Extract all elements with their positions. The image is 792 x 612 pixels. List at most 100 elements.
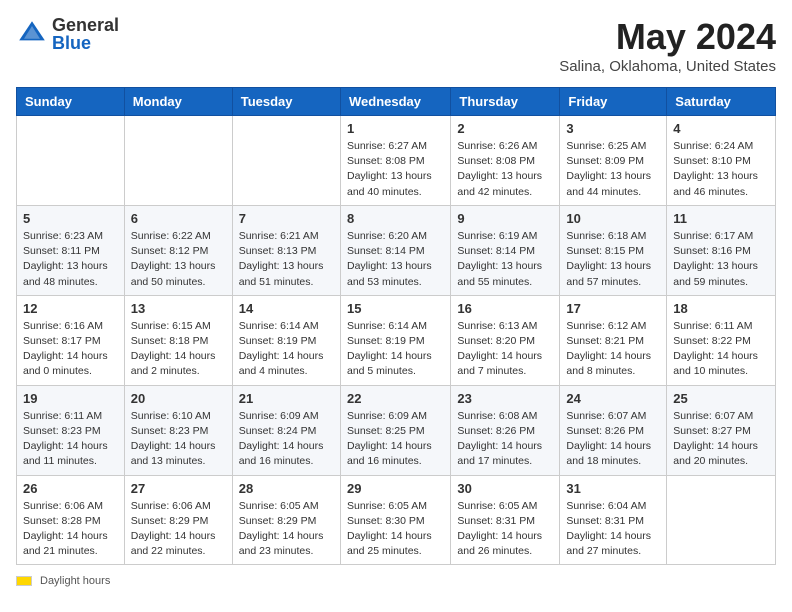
day-cell: 12Sunrise: 6:16 AMSunset: 8:17 PMDayligh… bbox=[17, 295, 125, 385]
day-cell: 8 Sunrise: 6:20 AMSunset: 8:14 PMDaylight… bbox=[340, 205, 450, 295]
day-info: Sunrise: 6:06 AMSunset: 8:28 PMDaylight:… bbox=[23, 499, 118, 560]
logo-icon bbox=[16, 18, 48, 50]
day-number: 27 bbox=[131, 481, 226, 496]
day-cell: 28 Sunrise: 6:05 AMSunset: 8:29 PMDayligh… bbox=[232, 475, 340, 565]
day-number: 13 bbox=[131, 301, 226, 316]
week-row-5: 26 Sunrise: 6:06 AMSunset: 8:28 PMDayligh… bbox=[17, 475, 776, 565]
day-number: 25 bbox=[673, 391, 769, 406]
day-number: 19 bbox=[23, 391, 118, 406]
week-row-1: 1 Sunrise: 6:27 AMSunset: 8:08 PMDaylight… bbox=[17, 116, 776, 206]
day-cell: 30 Sunrise: 6:05 AMSunset: 8:31 PMDayligh… bbox=[451, 475, 560, 565]
day-info: Sunrise: 6:16 AMSunset: 8:17 PMDaylight:… bbox=[23, 319, 118, 380]
day-cell: 15Sunrise: 6:14 AMSunset: 8:19 PMDayligh… bbox=[340, 295, 450, 385]
day-info: Sunrise: 6:13 AMSunset: 8:20 PMDaylight:… bbox=[457, 319, 553, 380]
day-cell: 24Sunrise: 6:07 AMSunset: 8:26 PMDayligh… bbox=[560, 385, 667, 475]
day-cell: 25 Sunrise: 6:07 AMSunset: 8:27 PMDayligh… bbox=[667, 385, 776, 475]
day-cell: 16 Sunrise: 6:13 AMSunset: 8:20 PMDayligh… bbox=[451, 295, 560, 385]
logo: General Blue bbox=[16, 16, 119, 52]
day-cell: 3 Sunrise: 6:25 AMSunset: 8:09 PMDaylight… bbox=[560, 116, 667, 206]
day-cell: 10Sunrise: 6:18 AMSunset: 8:15 PMDayligh… bbox=[560, 205, 667, 295]
day-number: 30 bbox=[457, 481, 553, 496]
day-cell: 31Sunrise: 6:04 AMSunset: 8:31 PMDayligh… bbox=[560, 475, 667, 565]
page-header: General Blue May 2024 Salina, Oklahoma, … bbox=[16, 16, 776, 75]
day-number: 17 bbox=[566, 301, 660, 316]
day-info: Sunrise: 6:26 AMSunset: 8:08 PMDaylight:… bbox=[457, 139, 553, 200]
logo-blue: Blue bbox=[52, 34, 119, 52]
header-day-monday: Monday bbox=[124, 88, 232, 116]
day-number: 14 bbox=[239, 301, 334, 316]
day-number: 9 bbox=[457, 211, 553, 226]
day-number: 18 bbox=[673, 301, 769, 316]
day-info: Sunrise: 6:22 AMSunset: 8:12 PMDaylight:… bbox=[131, 229, 226, 290]
day-number: 4 bbox=[673, 121, 769, 136]
day-number: 11 bbox=[673, 211, 769, 226]
header-day-saturday: Saturday bbox=[667, 88, 776, 116]
day-info: Sunrise: 6:07 AMSunset: 8:27 PMDaylight:… bbox=[673, 409, 769, 470]
day-number: 5 bbox=[23, 211, 118, 226]
day-number: 23 bbox=[457, 391, 553, 406]
day-number: 7 bbox=[239, 211, 334, 226]
day-cell: 22 Sunrise: 6:09 AMSunset: 8:25 PMDayligh… bbox=[340, 385, 450, 475]
day-info: Sunrise: 6:11 AMSunset: 8:23 PMDaylight:… bbox=[23, 409, 118, 470]
day-number: 28 bbox=[239, 481, 334, 496]
day-info: Sunrise: 6:05 AMSunset: 8:31 PMDaylight:… bbox=[457, 499, 553, 560]
day-info: Sunrise: 6:21 AMSunset: 8:13 PMDaylight:… bbox=[239, 229, 334, 290]
header-day-tuesday: Tuesday bbox=[232, 88, 340, 116]
day-cell bbox=[232, 116, 340, 206]
day-info: Sunrise: 6:05 AMSunset: 8:29 PMDaylight:… bbox=[239, 499, 334, 560]
header-row: SundayMondayTuesdayWednesdayThursdayFrid… bbox=[17, 88, 776, 116]
logo-text: General Blue bbox=[52, 16, 119, 52]
header-day-sunday: Sunday bbox=[17, 88, 125, 116]
day-number: 22 bbox=[347, 391, 444, 406]
day-number: 26 bbox=[23, 481, 118, 496]
day-cell: 4 Sunrise: 6:24 AMSunset: 8:10 PMDaylight… bbox=[667, 116, 776, 206]
header-day-thursday: Thursday bbox=[451, 88, 560, 116]
day-number: 2 bbox=[457, 121, 553, 136]
day-cell: 29 Sunrise: 6:05 AMSunset: 8:30 PMDayligh… bbox=[340, 475, 450, 565]
day-info: Sunrise: 6:06 AMSunset: 8:29 PMDaylight:… bbox=[131, 499, 226, 560]
week-row-4: 19 Sunrise: 6:11 AMSunset: 8:23 PMDayligh… bbox=[17, 385, 776, 475]
logo-general: General bbox=[52, 16, 119, 34]
day-info: Sunrise: 6:15 AMSunset: 8:18 PMDaylight:… bbox=[131, 319, 226, 380]
day-info: Sunrise: 6:14 AMSunset: 8:19 PMDaylight:… bbox=[347, 319, 444, 380]
day-info: Sunrise: 6:25 AMSunset: 8:09 PMDaylight:… bbox=[566, 139, 660, 200]
day-info: Sunrise: 6:24 AMSunset: 8:10 PMDaylight:… bbox=[673, 139, 769, 200]
daylight-label: Daylight hours bbox=[40, 575, 110, 587]
day-number: 29 bbox=[347, 481, 444, 496]
day-info: Sunrise: 6:20 AMSunset: 8:14 PMDaylight:… bbox=[347, 229, 444, 290]
week-row-3: 12Sunrise: 6:16 AMSunset: 8:17 PMDayligh… bbox=[17, 295, 776, 385]
day-number: 1 bbox=[347, 121, 444, 136]
day-number: 16 bbox=[457, 301, 553, 316]
day-number: 6 bbox=[131, 211, 226, 226]
day-cell: 11 Sunrise: 6:17 AMSunset: 8:16 PMDayligh… bbox=[667, 205, 776, 295]
day-info: Sunrise: 6:05 AMSunset: 8:30 PMDaylight:… bbox=[347, 499, 444, 560]
day-number: 24 bbox=[566, 391, 660, 406]
day-number: 3 bbox=[566, 121, 660, 136]
day-number: 8 bbox=[347, 211, 444, 226]
day-info: Sunrise: 6:09 AMSunset: 8:25 PMDaylight:… bbox=[347, 409, 444, 470]
day-cell: 26 Sunrise: 6:06 AMSunset: 8:28 PMDayligh… bbox=[17, 475, 125, 565]
day-info: Sunrise: 6:09 AMSunset: 8:24 PMDaylight:… bbox=[239, 409, 334, 470]
day-cell bbox=[17, 116, 125, 206]
day-cell: 14Sunrise: 6:14 AMSunset: 8:19 PMDayligh… bbox=[232, 295, 340, 385]
day-info: Sunrise: 6:17 AMSunset: 8:16 PMDaylight:… bbox=[673, 229, 769, 290]
day-number: 21 bbox=[239, 391, 334, 406]
day-info: Sunrise: 6:04 AMSunset: 8:31 PMDaylight:… bbox=[566, 499, 660, 560]
day-info: Sunrise: 6:08 AMSunset: 8:26 PMDaylight:… bbox=[457, 409, 553, 470]
day-info: Sunrise: 6:18 AMSunset: 8:15 PMDaylight:… bbox=[566, 229, 660, 290]
day-cell: 23 Sunrise: 6:08 AMSunset: 8:26 PMDayligh… bbox=[451, 385, 560, 475]
day-info: Sunrise: 6:10 AMSunset: 8:23 PMDaylight:… bbox=[131, 409, 226, 470]
day-cell: 13 Sunrise: 6:15 AMSunset: 8:18 PMDayligh… bbox=[124, 295, 232, 385]
day-info: Sunrise: 6:12 AMSunset: 8:21 PMDaylight:… bbox=[566, 319, 660, 380]
day-cell: 18Sunrise: 6:11 AMSunset: 8:22 PMDayligh… bbox=[667, 295, 776, 385]
day-cell: 2 Sunrise: 6:26 AMSunset: 8:08 PMDaylight… bbox=[451, 116, 560, 206]
subtitle: Salina, Oklahoma, United States bbox=[559, 58, 776, 75]
day-cell: 19 Sunrise: 6:11 AMSunset: 8:23 PMDayligh… bbox=[17, 385, 125, 475]
day-cell: 1 Sunrise: 6:27 AMSunset: 8:08 PMDaylight… bbox=[340, 116, 450, 206]
title-block: May 2024 Salina, Oklahoma, United States bbox=[559, 16, 776, 75]
day-info: Sunrise: 6:23 AMSunset: 8:11 PMDaylight:… bbox=[23, 229, 118, 290]
day-cell bbox=[124, 116, 232, 206]
calendar-header: SundayMondayTuesdayWednesdayThursdayFrid… bbox=[17, 88, 776, 116]
day-info: Sunrise: 6:27 AMSunset: 8:08 PMDaylight:… bbox=[347, 139, 444, 200]
calendar-table: SundayMondayTuesdayWednesdayThursdayFrid… bbox=[16, 87, 776, 565]
